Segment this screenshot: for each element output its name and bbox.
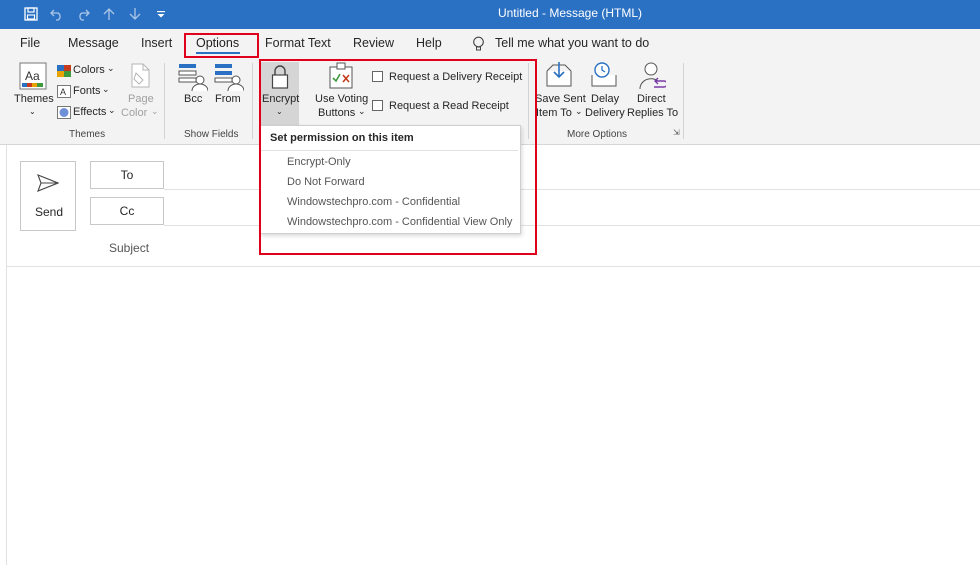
tab-format-text[interactable]: Format Text [265,36,331,50]
effects-icon [57,106,71,122]
themes-button[interactable]: Themes [14,93,54,105]
themes-chevron-icon: ⌄ [29,107,36,116]
title-bar: Untitled - Message (HTML) [0,0,980,29]
message-body[interactable] [7,268,980,565]
page-color-chevron-icon: ⌄ [151,106,159,116]
redo-icon[interactable] [74,5,92,23]
from-icon [214,62,245,95]
delay-delivery-label-2[interactable]: Delivery [585,107,625,119]
page-color-label-2[interactable]: Color [121,107,147,119]
colors-button[interactable]: Colors [73,64,105,76]
delay-delivery-label-1[interactable]: Delay [591,93,619,105]
page-color-icon [129,63,151,92]
tab-message[interactable]: Message [68,36,119,50]
fonts-icon: A [57,85,71,101]
effects-chevron-icon: ⌄ [108,105,116,115]
cc-button[interactable]: Cc [90,197,164,225]
tab-review[interactable]: Review [353,36,394,50]
customize-toolbar-icon[interactable] [152,5,170,23]
tell-me-search[interactable]: Tell me what you want to do [495,36,649,50]
group-label-themes: Themes [69,129,106,140]
svg-text:Aa: Aa [25,69,40,83]
group-separator [164,63,165,139]
more-options-launcher-icon[interactable]: ⇲ [673,128,680,137]
tab-file[interactable]: File [20,36,40,50]
save-sent-chevron-icon: ⌄ [575,106,583,116]
effects-button[interactable]: Effects [73,106,106,118]
group-label-more-options: More Options [567,129,628,140]
colors-chevron-icon: ⌄ [107,63,115,73]
themes-icon[interactable]: Aa [19,62,47,90]
direct-replies-label-2[interactable]: Replies To [627,107,678,119]
send-button[interactable]: Send [20,161,76,231]
save-sent-item-label-1[interactable]: Save Sent [535,93,586,105]
from-button[interactable]: From [215,93,241,105]
tab-insert[interactable]: Insert [141,36,172,50]
subject-label: Subject [109,241,150,255]
direct-replies-label-1[interactable]: Direct [637,93,666,105]
bcc-button[interactable]: Bcc [184,93,202,105]
save-sent-item-icon [545,61,573,92]
arrow-down-icon[interactable] [126,5,144,23]
svg-text:A: A [60,87,66,97]
send-icon [37,174,60,195]
save-icon[interactable] [22,5,40,23]
send-label: Send [35,205,64,219]
save-sent-item-label-2[interactable]: Item To [536,107,572,119]
page-color-label-1[interactable]: Page [128,93,154,105]
fonts-button[interactable]: Fonts [73,85,101,97]
arrow-up-icon[interactable] [100,5,118,23]
ribbon-tabs: File Message Insert Options Format Text … [0,29,980,59]
group-separator [252,63,253,139]
group-label-show-fields: Show Fields [184,129,239,140]
lightbulb-icon [472,36,485,55]
compose-left-border [6,145,7,565]
undo-icon[interactable] [48,5,66,23]
encrypt-area-highlight [259,59,537,255]
colors-icon [57,65,71,80]
group-separator [683,63,684,139]
window-title: Untitled - Message (HTML) [497,6,643,20]
delay-delivery-icon [590,61,618,92]
subject-field-line [7,266,980,267]
tab-help[interactable]: Help [416,36,442,50]
bcc-icon [178,62,209,95]
to-button[interactable]: To [90,161,164,189]
direct-replies-icon [638,61,668,94]
fonts-chevron-icon: ⌄ [102,84,110,94]
options-tab-highlight [184,33,259,58]
